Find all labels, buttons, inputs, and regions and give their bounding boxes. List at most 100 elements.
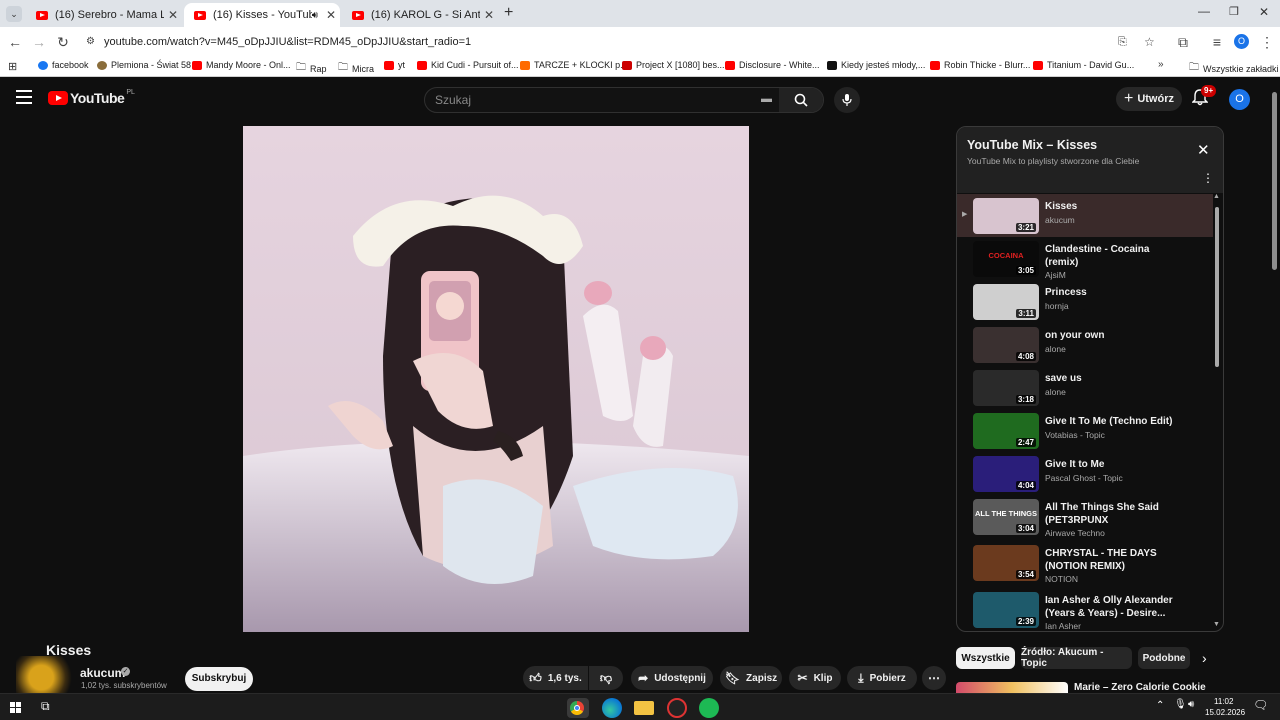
app-taskbar-icon[interactable] (667, 698, 687, 718)
extensions-icon[interactable]: ⧉ (1174, 33, 1192, 51)
bookmark-kiedy[interactable]: Kiedy jesteś młody,... (827, 60, 925, 70)
scroll-up-icon[interactable]: ▲ (1213, 193, 1220, 200)
close-tab-icon[interactable]: ✕ (480, 8, 498, 22)
search-input[interactable] (435, 88, 755, 112)
apps-grid-icon[interactable]: ⊞ (8, 60, 17, 73)
clock-date[interactable]: 15.02.2026 (1205, 708, 1245, 717)
scroll-down-icon[interactable]: ▼ (1213, 621, 1220, 628)
dislike-button[interactable]: 👎︎ (589, 666, 623, 690)
playlist-item[interactable]: 4:08 on your own alone (957, 323, 1213, 366)
bookmark-disclosure[interactable]: Disclosure - White... (725, 60, 820, 70)
close-window-button[interactable]: ✕ (1259, 5, 1269, 19)
reload-button[interactable]: ↻ (54, 33, 72, 51)
allegro-icon (520, 60, 530, 70)
show-hidden-icons[interactable]: ⌃ (1156, 700, 1164, 711)
site-info-icon[interactable]: ⚙ (86, 30, 95, 54)
notifications-button[interactable]: 9+ (1191, 85, 1217, 110)
next-video-thumbnail[interactable] (956, 682, 1068, 693)
thumbnail-text: ALL THE THINGS (975, 509, 1037, 518)
more-bookmarks-icon[interactable]: » (1158, 59, 1164, 70)
like-button[interactable]: 👍︎ 1,6 tys. (523, 666, 588, 690)
edge-taskbar-icon[interactable] (602, 698, 622, 718)
share-button[interactable]: ➦ Udostępnij (631, 666, 713, 690)
close-playlist-icon[interactable]: ✕ (1197, 141, 1210, 159)
install-app-icon[interactable]: ⎘ (1118, 30, 1127, 54)
playlist-item[interactable]: 2:39 Ian Asher & Olly Alexander (Years & … (957, 588, 1213, 631)
voice-search-button[interactable] (834, 87, 860, 113)
tab-search-icon[interactable]: ⌄ (6, 6, 22, 22)
video-player[interactable] (243, 126, 749, 632)
bookmark-label: Titanium - David Gu... (1047, 60, 1135, 70)
bookmark-star-icon[interactable]: ☆ (1144, 30, 1155, 54)
tab-kisses[interactable]: (16) Kisses - YouTube 🔊︎ ✕ (184, 3, 340, 27)
bookmark-facebook[interactable]: facebook (38, 60, 89, 70)
playlist-item[interactable]: COCAINA 3:05 Clandestine - Cocaina (remix)… (957, 237, 1213, 283)
search-button[interactable] (779, 88, 823, 112)
spotify-taskbar-icon[interactable] (699, 698, 719, 718)
all-bookmarks[interactable]: 🗀︎ Wszystkie zakładki (1189, 60, 1279, 77)
bookmark-yt[interactable]: yt (384, 60, 405, 70)
close-tab-icon[interactable]: ✕ (322, 8, 340, 22)
channel-name[interactable]: akucum (80, 666, 125, 680)
restore-button[interactable]: ❐ (1229, 5, 1239, 18)
bookmark-tarcze[interactable]: TARCZE + KLOCKI p... (520, 60, 628, 70)
youtube-icon (725, 60, 735, 70)
back-button[interactable]: ← (6, 33, 24, 51)
chip-source[interactable]: Źródło: Akucum - Topic (1021, 647, 1132, 669)
playlist-item[interactable]: 4:04 Give It to Me Pascal Ghost - Topic (957, 452, 1213, 495)
volume-icon[interactable]: 🔊︎ (1188, 699, 1194, 710)
playlist-item[interactable]: ALL THE THINGS 3:04 All The Things She Sai… (957, 495, 1213, 541)
create-button[interactable]: + Utwórz (1116, 87, 1182, 111)
bookmark-mandy-moore[interactable]: Mandy Moore - Onl... (192, 60, 291, 70)
clock-time[interactable]: 11:02 (1214, 697, 1233, 706)
close-tab-icon[interactable]: ✕ (164, 8, 182, 22)
audio-playing-icon[interactable]: 🔊︎ (312, 10, 318, 21)
chips-next-icon[interactable]: › (1202, 650, 1207, 666)
bookmark-folder-rap[interactable]: 🗀︎ Rap (296, 60, 327, 77)
page-scrollbar[interactable] (1272, 92, 1277, 270)
bookmark-kid-cudi[interactable]: Kid Cudi - Pursuit of... (417, 60, 519, 70)
bookmark-titanium[interactable]: Titanium - David Gu... (1033, 60, 1134, 70)
windows-start-icon[interactable] (10, 702, 21, 713)
url-field[interactable]: ⚙ youtube.com/watch?v=M45_oDpJJIU&list=R… (78, 30, 1166, 54)
bookmark-label: Plemiona - Świat 58 (111, 60, 192, 70)
forward-button[interactable]: → (30, 33, 48, 51)
more-actions-button[interactable]: ⋯ (922, 666, 946, 690)
save-button[interactable]: 🔖︎ Zapisz (720, 666, 782, 690)
bookmark-robin-thicke[interactable]: Robin Thicke - Blurr... (930, 60, 1030, 70)
keyboard-icon[interactable]: ▬ (761, 93, 772, 105)
playlist-item[interactable]: 3:11 Princess hornja (957, 280, 1213, 323)
media-control-icon[interactable]: ≡ (1208, 33, 1226, 51)
youtube-logo[interactable]: YouTube PL (48, 89, 135, 106)
bookmark-project-x[interactable]: Project X [1080] bes... (622, 60, 725, 70)
chrome-taskbar-icon[interactable] (567, 698, 589, 718)
microphone-tray-icon[interactable]: 🎙︎ (1174, 699, 1187, 710)
playlist-title[interactable]: YouTube Mix – Kisses (967, 138, 1097, 152)
clip-button[interactable]: ✂ Klip (789, 666, 841, 690)
profile-avatar[interactable]: O (1234, 34, 1249, 49)
playlist-scrollbar[interactable] (1215, 207, 1219, 367)
minimize-button[interactable]: — (1198, 4, 1210, 18)
playlist-item[interactable]: 2:47 Give It To Me (Techno Edit) Votabias … (957, 409, 1213, 452)
account-avatar[interactable]: O (1229, 89, 1250, 110)
playlist-item[interactable]: 3:18 save us alone (957, 366, 1213, 409)
next-video-title[interactable]: Marie – Zero Calorie Cookie (1074, 682, 1206, 693)
task-view-icon[interactable]: ⧉ (41, 699, 50, 714)
chip-all[interactable]: Wszystkie (956, 647, 1015, 669)
playlist-item[interactable]: 3:54 CHRYSTAL - THE DAYS (NOTION REMIX) NO… (957, 541, 1213, 587)
file-explorer-icon[interactable] (634, 701, 654, 715)
hamburger-menu-icon[interactable] (16, 90, 32, 104)
download-button[interactable]: ⤓ Pobierz (847, 666, 917, 690)
playlist-menu-icon[interactable]: ⋮ (1202, 171, 1214, 185)
playlist-item[interactable]: ▶ 3:21 Kisses akucum (957, 194, 1213, 237)
subscribe-button[interactable]: Subskrybuj (185, 667, 253, 691)
bookmark-plemiona[interactable]: Plemiona - Świat 58 (97, 60, 191, 70)
new-tab-button[interactable]: + (504, 4, 513, 22)
playlist-panel: YouTube Mix – Kisses YouTube Mix to play… (956, 126, 1224, 632)
chip-related[interactable]: Podobne (1138, 647, 1190, 669)
bookmark-folder-micra[interactable]: 🗀︎ Micra (338, 60, 374, 77)
tab-karol-g[interactable]: (16) KAROL G - Si Antes Te Hubi ✕ (342, 3, 498, 27)
notification-center-icon[interactable]: 🗨︎ (1253, 698, 1268, 712)
chrome-menu-icon[interactable]: ⋮ (1258, 33, 1276, 51)
tab-serebro[interactable]: (16) Serebro - Mama Luba (Offi ✕ (26, 3, 182, 27)
